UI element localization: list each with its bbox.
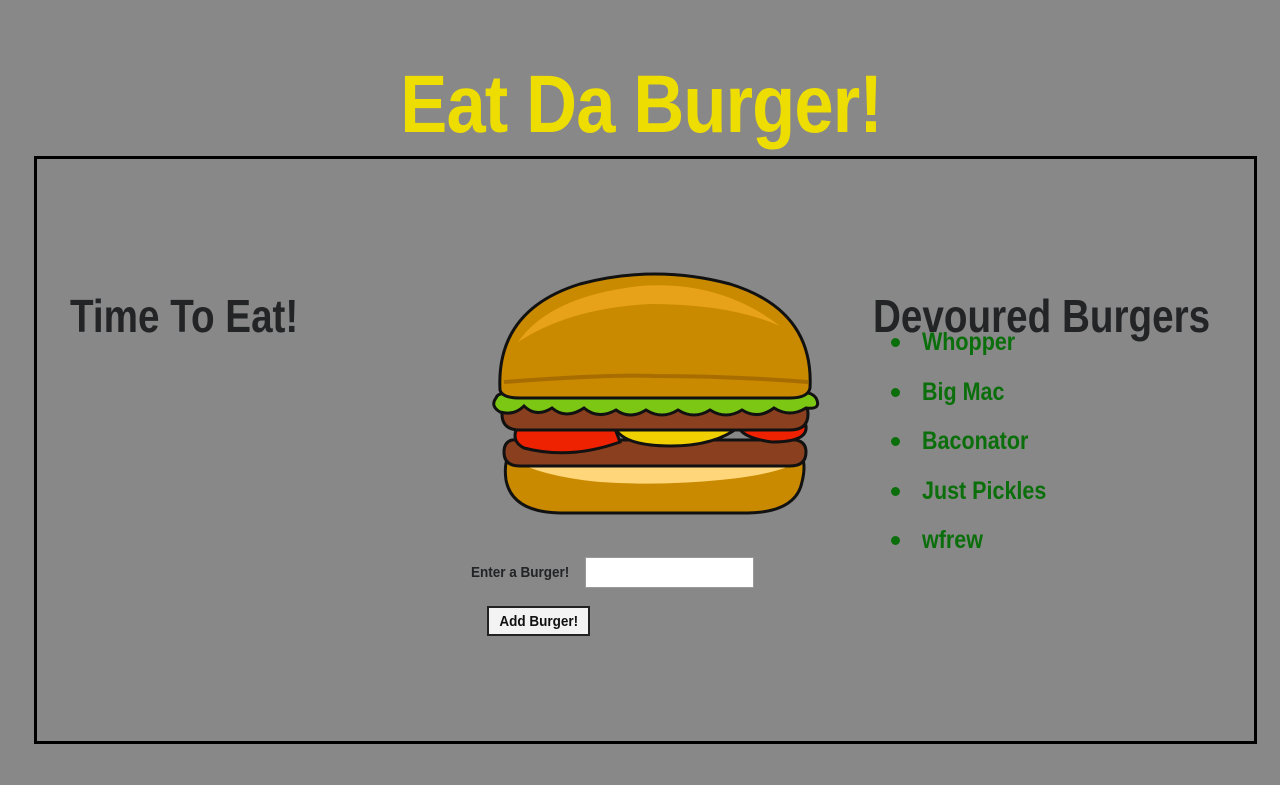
burger-illustration-icon <box>492 272 820 515</box>
devoured-burger-item: Whopper <box>888 322 1067 372</box>
devoured-burger-name: wfrew <box>922 526 983 554</box>
devoured-burger-item: Baconator <box>888 421 1067 471</box>
burger-name-input[interactable] <box>585 557 754 588</box>
add-burger-button[interactable]: Add Burger! <box>487 606 590 636</box>
bullet-icon <box>891 536 900 545</box>
devoured-burger-name: Whopper <box>922 328 1016 356</box>
devoured-burger-name: Baconator <box>922 427 1029 455</box>
time-to-eat-heading: Time To Eat! <box>70 290 299 343</box>
bullet-icon <box>891 486 900 496</box>
burger-input-label: Enter a Burger! <box>471 564 570 581</box>
bullet-icon <box>891 338 900 347</box>
devoured-burger-name: Big Mac <box>922 377 1005 406</box>
devoured-burger-item: Just Pickles <box>888 471 1067 521</box>
add-burger-button-label: Add Burger! <box>499 612 578 630</box>
devoured-burgers-list: Whopper Big Mac Baconator Just Pickles w… <box>888 322 1067 570</box>
bullet-icon <box>891 387 900 397</box>
devoured-burger-item: Big Mac <box>888 372 1067 422</box>
page-title: Eat Da Burger! <box>400 58 883 150</box>
bullet-icon <box>891 437 900 446</box>
devoured-burger-name: Just Pickles <box>922 476 1047 505</box>
devoured-burger-item: wfrew <box>888 520 1067 570</box>
